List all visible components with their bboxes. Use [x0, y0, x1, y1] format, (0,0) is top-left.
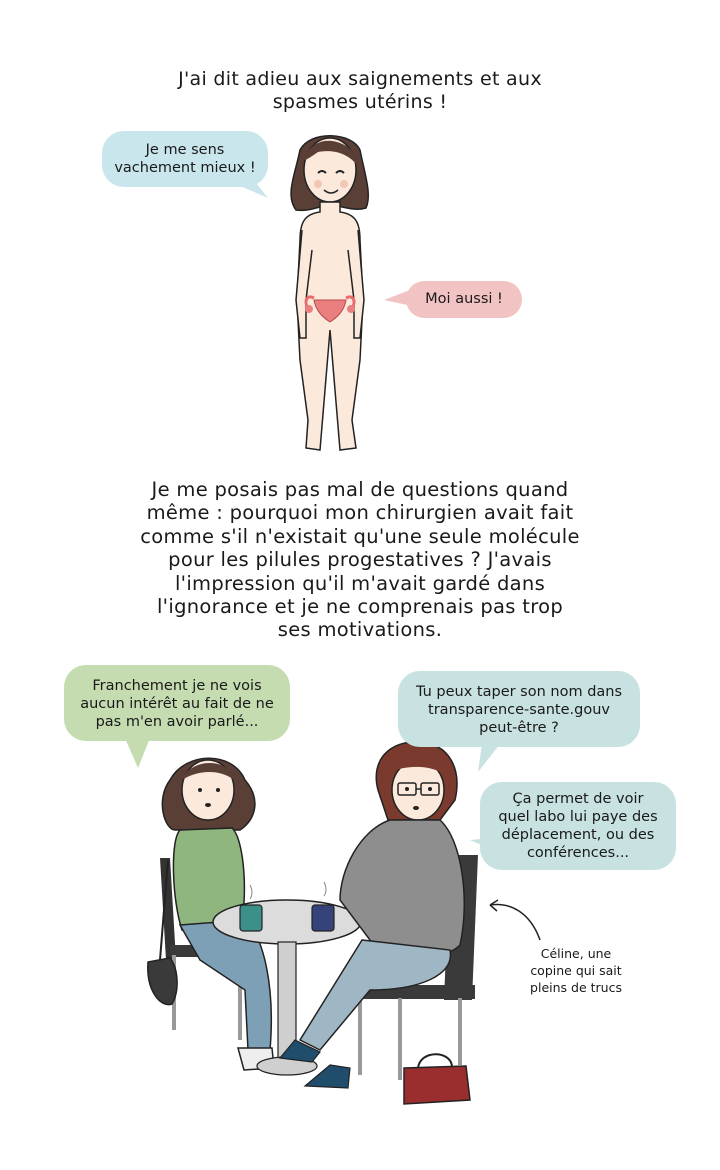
bubble-tail: [125, 738, 150, 768]
character-note: Céline, une copine qui sait pleins de tr…: [530, 946, 622, 995]
standing-woman-figure: [290, 135, 370, 451]
speech-text: Franchement je ne vois aucun intérêt au …: [80, 678, 274, 731]
speech-bubble-green: Franchement je ne vois aucun intérêt au …: [64, 665, 290, 741]
bubble-tail: [384, 290, 412, 306]
speech-bubble-blue-1: Tu peux taper son nom dans transparence-…: [398, 671, 640, 747]
red-handbag: [403, 1065, 471, 1105]
speech-text: Tu peux taper son nom dans transparence-…: [415, 684, 623, 737]
bubble-tail: [240, 178, 268, 198]
teal-mug: [239, 904, 263, 932]
speech-text: Ça permet de voir quel labo lui paye des…: [498, 791, 658, 862]
arrow: [489, 903, 541, 941]
speech-bubble-blue-2: Ça permet de voir quel labo lui paye des…: [480, 782, 676, 870]
bubble-tail: [478, 744, 500, 772]
panel2-caption: Je me posais pas mal de questions quand …: [140, 478, 580, 642]
blue-mug: [311, 904, 335, 932]
